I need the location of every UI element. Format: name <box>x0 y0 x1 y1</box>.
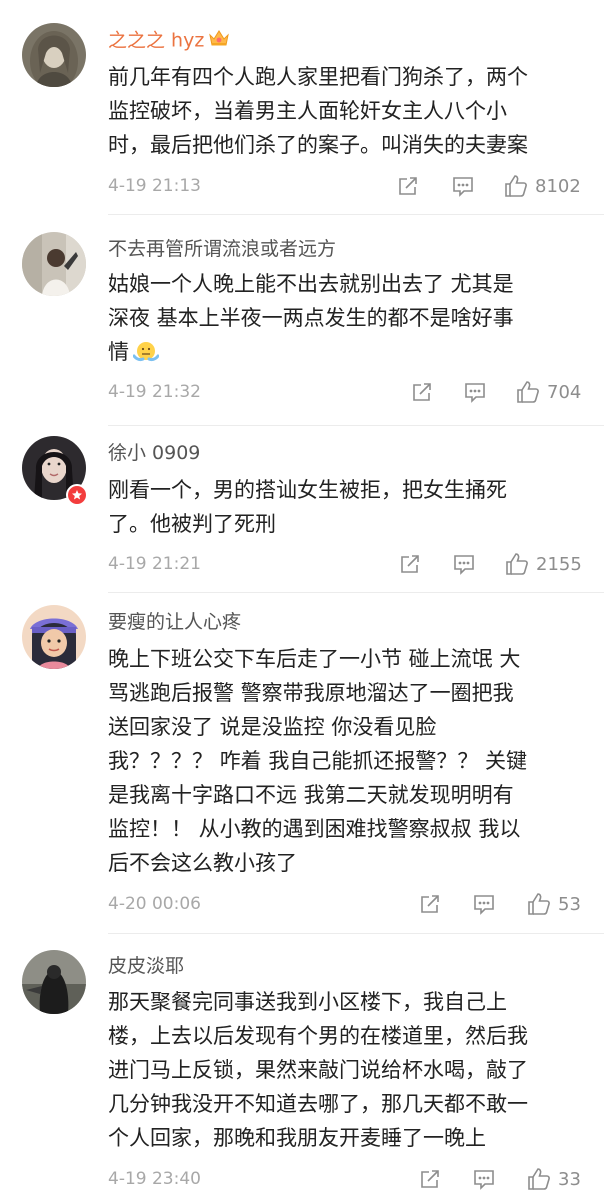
like-button[interactable]: 704 <box>515 377 581 407</box>
like-button[interactable]: 53 <box>526 889 581 919</box>
comment-icon <box>454 555 474 575</box>
like-button[interactable]: 2155 <box>504 549 582 579</box>
like-count: 33 <box>558 1168 581 1190</box>
username[interactable]: 皮皮淡耶 <box>108 954 184 978</box>
comment-text: 那天聚餐完同事送我到小区楼下，我自己上 楼，上去以后发现有个男的在楼道里，然后我… <box>108 990 528 1150</box>
share-button[interactable] <box>418 889 442 919</box>
avatar[interactable] <box>22 605 86 669</box>
shrug-emoji <box>132 340 160 374</box>
thumbs-up-icon <box>517 381 539 403</box>
comment-button[interactable] <box>451 171 475 201</box>
share-button[interactable] <box>418 1164 442 1194</box>
comment-timestamp: 4-19 21:13 <box>108 176 201 196</box>
comment-icon <box>474 1170 494 1190</box>
comment-item: 不去再管所谓流浪或者远方 姑娘一个人晚上能不出去就别出去了 尤其是 深夜 基本上… <box>0 215 604 426</box>
comment-text: 晚上下班公交下车后走了一小节 碰上流氓 大 骂逃跑后报警 警察带我原地溜达了一圈… <box>108 647 528 875</box>
comment-item: 皮皮淡耶 那天聚餐完同事送我到小区楼下，我自己上 楼，上去以后发现有个男的在楼道… <box>0 934 604 1200</box>
share-button[interactable] <box>396 171 420 201</box>
verified-badge-icon <box>66 484 88 506</box>
comment-icon <box>474 895 494 915</box>
comment-item: 徐小 0909 刚看一个，男的搭讪女生被拒，把女生捅死 了。他被判了死刑 4-1… <box>0 426 604 593</box>
avatar[interactable] <box>22 23 86 87</box>
like-count: 53 <box>558 893 581 915</box>
like-count: 8102 <box>535 175 581 197</box>
like-button[interactable]: 33 <box>526 1164 581 1194</box>
share-icon <box>399 177 417 195</box>
comment-button[interactable] <box>472 1164 496 1194</box>
comment-button[interactable] <box>452 549 476 579</box>
share-button[interactable] <box>398 549 422 579</box>
comment-item: 之之之 hyz 前几年有四个人跑人家里把看门狗杀了，两个 监控破坏，当着男主人面… <box>0 0 604 215</box>
share-icon <box>421 895 439 913</box>
comment-timestamp: 4-19 21:32 <box>108 382 201 402</box>
comment-text: 姑娘一个人晚上能不出去就别出去了 尤其是 深夜 基本上半夜一两点发生的都不是啥好… <box>108 267 588 374</box>
comment-icon <box>453 177 473 197</box>
comment-button[interactable] <box>472 889 496 919</box>
like-count: 2155 <box>536 553 582 575</box>
username[interactable]: 要瘦的让人心疼 <box>108 610 241 634</box>
username[interactable]: 徐小 0909 <box>108 441 200 465</box>
comment-timestamp: 4-19 21:21 <box>108 554 201 574</box>
share-icon <box>413 383 431 401</box>
share-icon <box>401 555 419 573</box>
like-count: 704 <box>547 381 582 403</box>
avatar[interactable] <box>22 232 86 296</box>
share-icon <box>421 1170 439 1188</box>
share-button[interactable] <box>410 377 434 407</box>
comment-text: 刚看一个，男的搭讪女生被拒，把女生捅死 了。他被判了死刑 <box>108 478 507 536</box>
username[interactable]: 不去再管所谓流浪或者远方 <box>108 237 336 261</box>
comment-timestamp: 4-19 23:40 <box>108 1169 201 1189</box>
thumbs-up-icon <box>505 175 527 197</box>
comment-timestamp: 4-20 00:06 <box>108 894 201 914</box>
comment-item: 要瘦的让人心疼 晚上下班公交下车后走了一小节 碰上流氓 大 骂逃跑后报警 警察带… <box>0 593 604 934</box>
thumbs-up-icon <box>506 553 528 575</box>
thumbs-up-icon <box>528 1168 550 1190</box>
like-button[interactable]: 8102 <box>503 171 581 201</box>
comment-button[interactable] <box>463 377 487 407</box>
thumbs-up-icon <box>528 893 550 915</box>
username[interactable]: 之之之 hyz <box>108 28 230 54</box>
avatar[interactable] <box>22 950 86 1014</box>
crown-badge-icon <box>208 28 230 54</box>
comment-icon <box>465 383 485 403</box>
comment-text: 前几年有四个人跑人家里把看门狗杀了，两个 监控破坏，当着男主人面轮奸女主人八个小… <box>108 65 528 157</box>
